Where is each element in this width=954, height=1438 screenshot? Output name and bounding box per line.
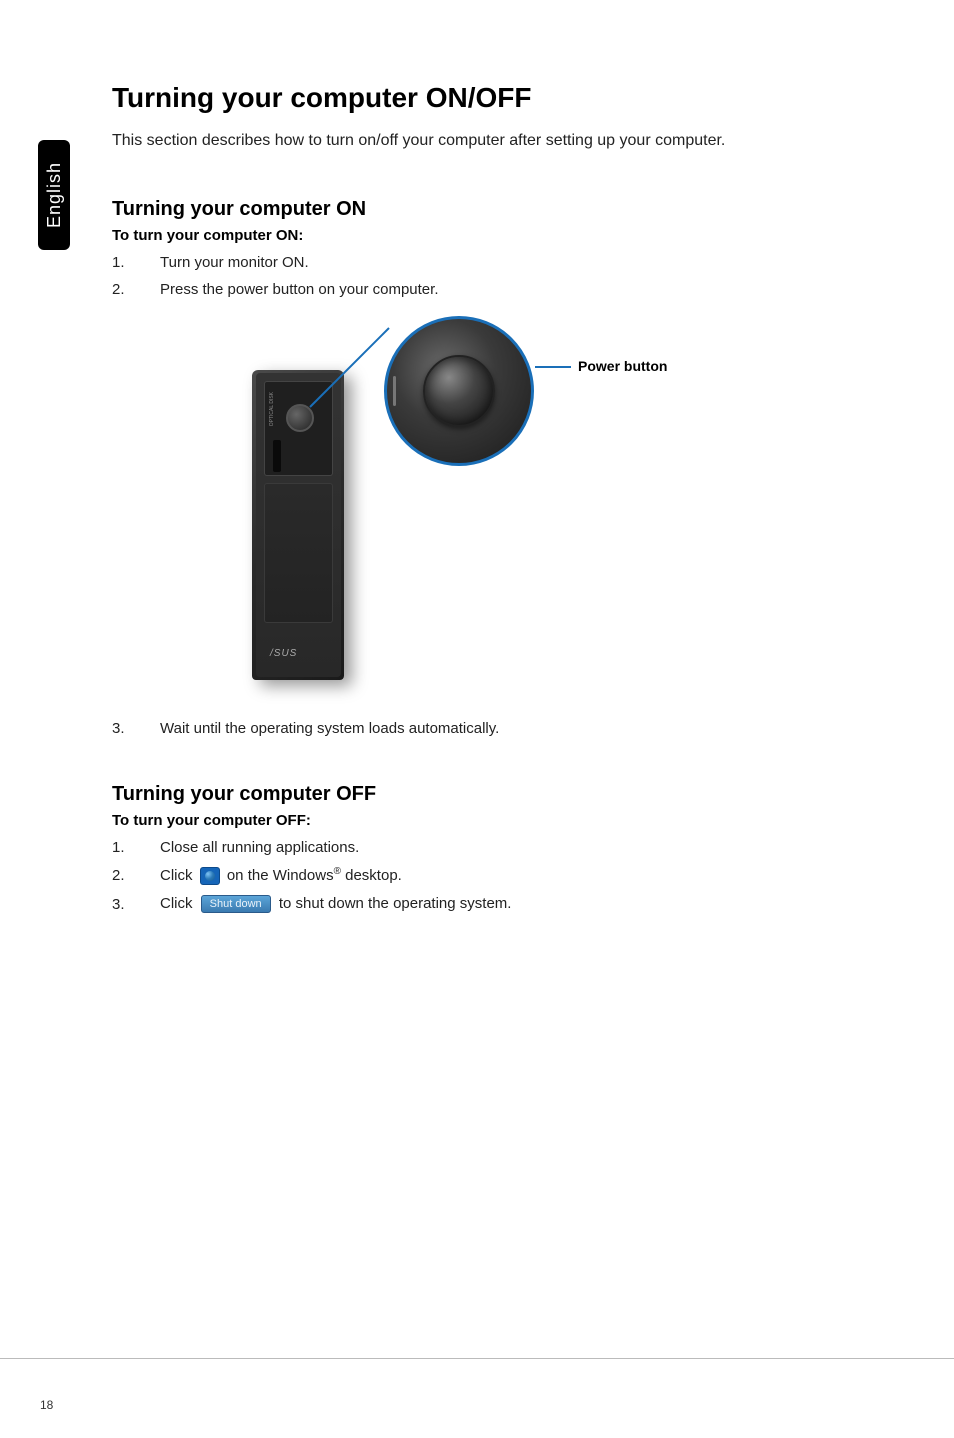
page-number: 18	[40, 1398, 53, 1412]
tower-front: OPTICAL DISK /SUS	[256, 373, 341, 677]
computer-tower: OPTICAL DISK /SUS	[252, 370, 344, 680]
step-text: Wait until the operating system loads au…	[160, 720, 872, 737]
off-steps-list: 1. Close all running applications. 2. Cl…	[112, 839, 872, 913]
on-steps-list: 1. Turn your monitor ON. 2. Press the po…	[112, 254, 872, 298]
indicator-icon	[393, 376, 396, 406]
list-item: 2. Press the power button on your comput…	[112, 281, 872, 298]
step-text-post: to shut down the operating system.	[279, 895, 512, 912]
footer: 18	[0, 1358, 954, 1390]
on-instruction: To turn your computer ON:	[112, 227, 872, 244]
on-heading: Turning your computer ON	[112, 198, 872, 221]
step-text-pre: Click	[160, 867, 197, 884]
step-text-post: on the Windows	[227, 867, 334, 884]
step-text: Close all running applications.	[160, 839, 872, 856]
language-label: English	[44, 162, 65, 228]
power-button-zoom-icon	[423, 355, 495, 427]
list-item: 3. Wait until the operating system loads…	[112, 720, 872, 737]
power-button-label: Power button	[578, 358, 667, 374]
step-text: Click Shut down to shut down the operati…	[160, 895, 872, 913]
optical-label: OPTICAL DISK	[269, 392, 275, 426]
list-item: 3. Click Shut down to shut down the oper…	[112, 895, 872, 913]
label-line	[535, 366, 571, 368]
registered-mark: ®	[334, 866, 341, 877]
step-number: 2.	[112, 867, 160, 884]
step-text: Turn your monitor ON.	[160, 254, 872, 271]
off-heading: Turning your computer OFF	[112, 783, 872, 806]
language-tab: English	[38, 140, 70, 250]
list-item: 1. Close all running applications.	[112, 839, 872, 856]
power-button-figure: OPTICAL DISK /SUS Power button	[112, 314, 872, 694]
slot-icon	[273, 440, 281, 472]
step-number: 1.	[112, 254, 160, 271]
off-instruction: To turn your computer OFF:	[112, 812, 872, 829]
leader-line	[307, 322, 395, 412]
list-item: 1. Turn your monitor ON.	[112, 254, 872, 271]
zoom-circle	[384, 316, 534, 466]
step-number: 2.	[112, 281, 160, 298]
shutdown-button-icon: Shut down	[201, 895, 271, 913]
step-text: Click on the Windows® desktop.	[160, 866, 872, 885]
intro-text: This section describes how to turn on/of…	[112, 132, 872, 150]
step-number: 1.	[112, 839, 160, 856]
step-text: Press the power button on your computer.	[160, 281, 872, 298]
start-menu-icon	[200, 867, 220, 885]
off-section: Turning your computer OFF To turn your c…	[112, 783, 872, 913]
tower-logo: /SUS	[270, 648, 297, 659]
step-text-pre: Click	[160, 895, 197, 912]
page-title: Turning your computer ON/OFF	[112, 82, 872, 114]
step-text-end: desktop.	[341, 867, 402, 884]
page-content: Turning your computer ON/OFF This sectio…	[112, 82, 872, 925]
step-number: 3.	[112, 896, 160, 913]
step-number: 3.	[112, 720, 160, 737]
list-item: 2. Click on the Windows® desktop.	[112, 866, 872, 885]
on-step3-list: 3. Wait until the operating system loads…	[112, 720, 872, 737]
tower-mid-panel	[264, 483, 333, 623]
